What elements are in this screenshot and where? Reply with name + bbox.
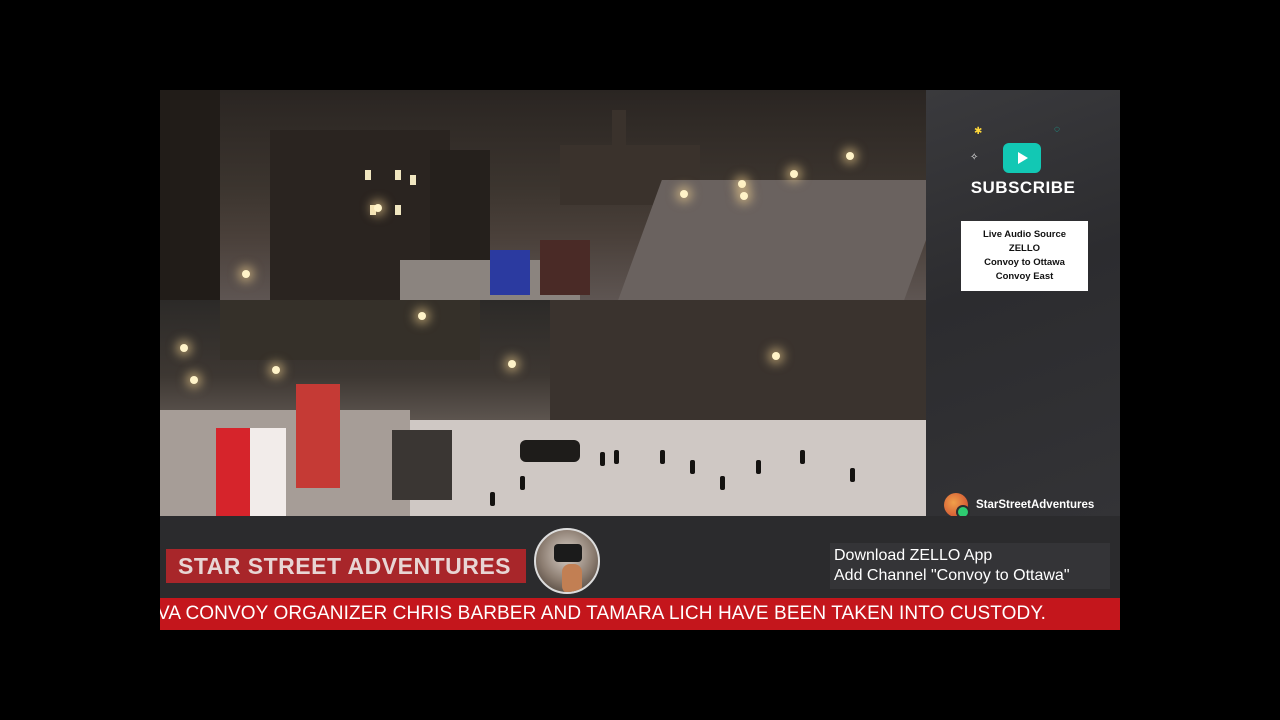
parked-car	[520, 440, 580, 462]
stream-overlay: ✱ ✧ ◌ SUBSCRIBE Live Audio Source ZELLO …	[160, 90, 1120, 630]
street-light	[790, 170, 798, 178]
street-light	[846, 152, 854, 160]
street-light	[772, 352, 780, 360]
window	[410, 175, 416, 185]
lower-third: STAR STREET ADVENTURES Download ZELLO Ap…	[160, 516, 1120, 598]
ticker-text: VA CONVOY ORGANIZER CHRIS BARBER AND TAM…	[160, 603, 1047, 624]
news-ticker: VA CONVOY ORGANIZER CHRIS BARBER AND TAM…	[160, 598, 1120, 630]
person	[690, 460, 695, 474]
zello-line: Download ZELLO App	[834, 547, 993, 564]
audio-source-line: Live Audio Source	[982, 229, 1067, 240]
truck	[540, 240, 590, 295]
zello-line: Add Channel "Convoy to Ottawa"	[834, 567, 1070, 584]
street-light	[418, 312, 426, 320]
building	[160, 90, 220, 300]
person	[756, 460, 761, 474]
truck	[490, 250, 530, 295]
side-panel: ✱ ✧ ◌ SUBSCRIBE Live Audio Source ZELLO …	[926, 90, 1120, 519]
sparkle-icon: ◌	[1054, 124, 1060, 135]
person	[614, 450, 619, 464]
zello-info-box: Download ZELLO App Add Channel "Convoy t…	[830, 543, 1110, 589]
brand-banner: STAR STREET ADVENTURES	[166, 549, 526, 583]
street-light	[180, 344, 188, 352]
street-light	[272, 366, 280, 374]
window	[395, 205, 401, 215]
red-banner	[296, 384, 340, 488]
play-button-icon[interactable]	[1003, 143, 1041, 173]
street-light	[740, 192, 748, 200]
person	[850, 468, 855, 482]
street-light	[242, 270, 250, 278]
building	[430, 150, 490, 270]
camera-image	[554, 544, 582, 562]
window	[395, 170, 401, 180]
street-light	[374, 204, 382, 212]
person	[520, 476, 525, 490]
sparkle-icon: ✱	[974, 126, 983, 137]
street-light	[738, 180, 746, 188]
person	[660, 450, 665, 464]
audio-source-line: Convoy to Ottawa	[984, 257, 1065, 268]
building	[220, 300, 480, 360]
channel-avatar	[944, 493, 970, 519]
hand-image	[562, 564, 582, 592]
channel-name: StarStreetAdventures	[976, 499, 1095, 511]
person	[800, 450, 805, 464]
flag-white-band	[250, 428, 286, 516]
sparkle-icon: ✧	[970, 152, 979, 163]
window	[365, 170, 371, 180]
snow-plaza	[390, 420, 926, 516]
tower	[612, 110, 626, 160]
truck	[392, 430, 452, 500]
audio-source-box: Live Audio Source ZELLO Convoy to Ottawa…	[961, 221, 1088, 291]
person	[490, 492, 495, 506]
person	[720, 476, 725, 490]
street-light	[680, 190, 688, 198]
audio-source-line: Convoy East	[995, 271, 1054, 282]
snow-lawn	[618, 180, 926, 300]
channel-badge[interactable]: StarStreetAdventures	[944, 493, 1095, 519]
camera-feed-bottom	[160, 300, 926, 516]
subscribe-label[interactable]: SUBSCRIBE	[926, 178, 1120, 198]
camera-feed-top	[160, 90, 926, 300]
street-light	[508, 360, 516, 368]
person	[600, 452, 605, 466]
audio-source-line: ZELLO	[1008, 243, 1041, 254]
host-avatar	[534, 528, 600, 594]
street-light	[190, 376, 198, 384]
